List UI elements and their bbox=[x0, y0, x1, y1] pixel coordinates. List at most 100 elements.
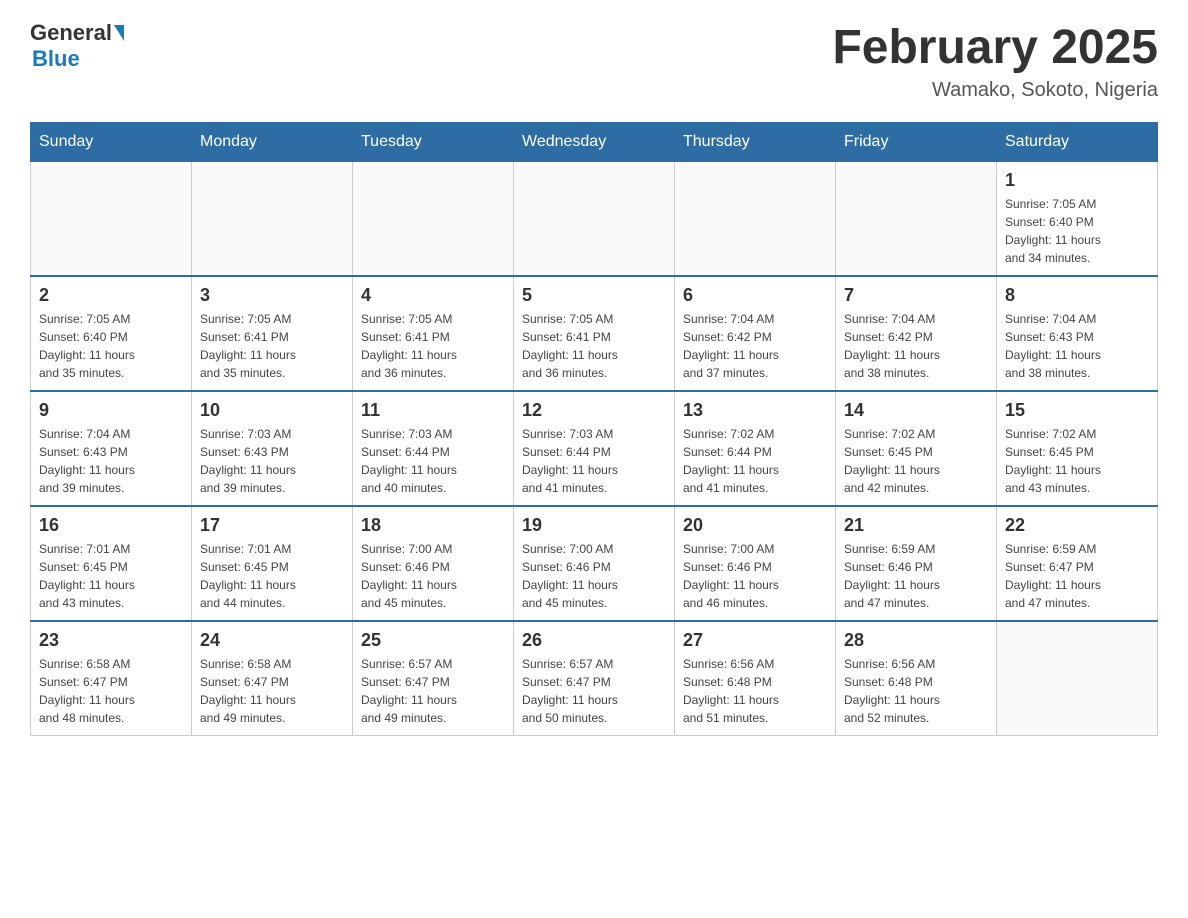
calendar-cell bbox=[675, 162, 836, 277]
day-header-tuesday: Tuesday bbox=[353, 123, 514, 162]
day-header-monday: Monday bbox=[192, 123, 353, 162]
day-number: 20 bbox=[683, 515, 827, 536]
calendar-cell: 14Sunrise: 7:02 AM Sunset: 6:45 PM Dayli… bbox=[836, 391, 997, 506]
day-info: Sunrise: 7:01 AM Sunset: 6:45 PM Dayligh… bbox=[200, 540, 344, 612]
calendar-cell bbox=[836, 162, 997, 277]
week-row-4: 16 Sunrise: 7:01 AM Sunset: 6:45 PM Dayli… bbox=[31, 506, 1158, 621]
calendar-cell: 13Sunrise: 7:02 AM Sunset: 6:44 PM Dayli… bbox=[675, 391, 836, 506]
calendar-cell: 27 Sunrise: 6:56 AM Sunset: 6:48 PM Dayli… bbox=[675, 621, 836, 736]
day-info: Sunrise: 7:04 AM Sunset: 6:42 PM Dayligh… bbox=[683, 310, 827, 382]
calendar-cell: 3Sunrise: 7:05 AM Sunset: 6:41 PM Daylig… bbox=[192, 276, 353, 391]
day-number: 28 bbox=[844, 630, 988, 651]
calendar-cell: 2Sunrise: 7:05 AM Sunset: 6:40 PM Daylig… bbox=[31, 276, 192, 391]
calendar-cell: 17 Sunrise: 7:01 AM Sunset: 6:45 PM Dayli… bbox=[192, 506, 353, 621]
day-number: 18 bbox=[361, 515, 505, 536]
day-info: Sunrise: 6:56 AM Sunset: 6:48 PM Dayligh… bbox=[844, 655, 988, 727]
calendar-cell: 1 Sunrise: 7:05 AM Sunset: 6:40 PM Daylig… bbox=[997, 162, 1158, 277]
day-number: 17 bbox=[200, 515, 344, 536]
day-number: 9 bbox=[39, 400, 183, 421]
calendar-cell: 25Sunrise: 6:57 AM Sunset: 6:47 PM Dayli… bbox=[353, 621, 514, 736]
location-text: Wamako, Sokoto, Nigeria bbox=[832, 79, 1158, 102]
calendar-cell: 4Sunrise: 7:05 AM Sunset: 6:41 PM Daylig… bbox=[353, 276, 514, 391]
day-number: 12 bbox=[522, 400, 666, 421]
day-number: 25 bbox=[361, 630, 505, 651]
day-header-saturday: Saturday bbox=[997, 123, 1158, 162]
calendar-cell bbox=[353, 162, 514, 277]
calendar-cell bbox=[192, 162, 353, 277]
week-row-3: 9 Sunrise: 7:04 AM Sunset: 6:43 PM Daylig… bbox=[31, 391, 1158, 506]
title-block: February 2025 Wamako, Sokoto, Nigeria bbox=[832, 20, 1158, 102]
day-info: Sunrise: 6:58 AM Sunset: 6:47 PM Dayligh… bbox=[200, 655, 344, 727]
day-header-thursday: Thursday bbox=[675, 123, 836, 162]
day-number: 22 bbox=[1005, 515, 1149, 536]
calendar-cell: 6 Sunrise: 7:04 AM Sunset: 6:42 PM Daylig… bbox=[675, 276, 836, 391]
calendar-cell: 5 Sunrise: 7:05 AM Sunset: 6:41 PM Daylig… bbox=[514, 276, 675, 391]
day-info: Sunrise: 6:58 AM Sunset: 6:47 PM Dayligh… bbox=[39, 655, 183, 727]
day-number: 26 bbox=[522, 630, 666, 651]
calendar-cell: 15 Sunrise: 7:02 AM Sunset: 6:45 PM Dayli… bbox=[997, 391, 1158, 506]
day-info: Sunrise: 7:00 AM Sunset: 6:46 PM Dayligh… bbox=[683, 540, 827, 612]
calendar-cell bbox=[31, 162, 192, 277]
calendar-table: SundayMondayTuesdayWednesdayThursdayFrid… bbox=[30, 122, 1158, 736]
logo: General Blue bbox=[30, 20, 124, 72]
calendar-cell: 22Sunrise: 6:59 AM Sunset: 6:47 PM Dayli… bbox=[997, 506, 1158, 621]
day-number: 2 bbox=[39, 285, 183, 306]
calendar-cell: 18 Sunrise: 7:00 AM Sunset: 6:46 PM Dayli… bbox=[353, 506, 514, 621]
day-info: Sunrise: 7:04 AM Sunset: 6:43 PM Dayligh… bbox=[39, 425, 183, 497]
logo-triangle-icon bbox=[114, 25, 124, 41]
day-number: 7 bbox=[844, 285, 988, 306]
day-header-sunday: Sunday bbox=[31, 123, 192, 162]
day-number: 16 bbox=[39, 515, 183, 536]
day-number: 13 bbox=[683, 400, 827, 421]
day-info: Sunrise: 7:04 AM Sunset: 6:43 PM Dayligh… bbox=[1005, 310, 1149, 382]
calendar-cell: 7 Sunrise: 7:04 AM Sunset: 6:42 PM Daylig… bbox=[836, 276, 997, 391]
day-info: Sunrise: 7:03 AM Sunset: 6:44 PM Dayligh… bbox=[522, 425, 666, 497]
page-header: General Blue February 2025 Wamako, Sokot… bbox=[30, 20, 1158, 102]
day-info: Sunrise: 6:56 AM Sunset: 6:48 PM Dayligh… bbox=[683, 655, 827, 727]
day-number: 19 bbox=[522, 515, 666, 536]
day-info: Sunrise: 7:05 AM Sunset: 6:41 PM Dayligh… bbox=[361, 310, 505, 382]
day-info: Sunrise: 7:01 AM Sunset: 6:45 PM Dayligh… bbox=[39, 540, 183, 612]
logo-blue-text: Blue bbox=[32, 46, 124, 72]
calendar-cell: 24 Sunrise: 6:58 AM Sunset: 6:47 PM Dayli… bbox=[192, 621, 353, 736]
calendar-cell: 21Sunrise: 6:59 AM Sunset: 6:46 PM Dayli… bbox=[836, 506, 997, 621]
calendar-cell: 26 Sunrise: 6:57 AM Sunset: 6:47 PM Dayli… bbox=[514, 621, 675, 736]
day-number: 11 bbox=[361, 400, 505, 421]
calendar-cell: 12 Sunrise: 7:03 AM Sunset: 6:44 PM Dayli… bbox=[514, 391, 675, 506]
day-number: 8 bbox=[1005, 285, 1149, 306]
calendar-cell: 19 Sunrise: 7:00 AM Sunset: 6:46 PM Dayli… bbox=[514, 506, 675, 621]
day-number: 1 bbox=[1005, 170, 1149, 191]
calendar-cell: 9 Sunrise: 7:04 AM Sunset: 6:43 PM Daylig… bbox=[31, 391, 192, 506]
day-header-friday: Friday bbox=[836, 123, 997, 162]
day-number: 27 bbox=[683, 630, 827, 651]
week-row-1: 1 Sunrise: 7:05 AM Sunset: 6:40 PM Daylig… bbox=[31, 162, 1158, 277]
calendar-cell: 16 Sunrise: 7:01 AM Sunset: 6:45 PM Dayli… bbox=[31, 506, 192, 621]
calendar-cell: 8 Sunrise: 7:04 AM Sunset: 6:43 PM Daylig… bbox=[997, 276, 1158, 391]
calendar-cell: 10Sunrise: 7:03 AM Sunset: 6:43 PM Dayli… bbox=[192, 391, 353, 506]
day-number: 23 bbox=[39, 630, 183, 651]
day-number: 5 bbox=[522, 285, 666, 306]
day-info: Sunrise: 7:05 AM Sunset: 6:41 PM Dayligh… bbox=[200, 310, 344, 382]
day-number: 15 bbox=[1005, 400, 1149, 421]
calendar-cell bbox=[997, 621, 1158, 736]
logo-general-text: General bbox=[30, 20, 112, 46]
day-info: Sunrise: 7:03 AM Sunset: 6:43 PM Dayligh… bbox=[200, 425, 344, 497]
week-row-2: 2Sunrise: 7:05 AM Sunset: 6:40 PM Daylig… bbox=[31, 276, 1158, 391]
day-number: 6 bbox=[683, 285, 827, 306]
calendar-header-row: SundayMondayTuesdayWednesdayThursdayFrid… bbox=[31, 123, 1158, 162]
calendar-cell: 28 Sunrise: 6:56 AM Sunset: 6:48 PM Dayli… bbox=[836, 621, 997, 736]
day-info: Sunrise: 7:03 AM Sunset: 6:44 PM Dayligh… bbox=[361, 425, 505, 497]
day-number: 24 bbox=[200, 630, 344, 651]
day-info: Sunrise: 7:05 AM Sunset: 6:41 PM Dayligh… bbox=[522, 310, 666, 382]
calendar-cell: 11 Sunrise: 7:03 AM Sunset: 6:44 PM Dayli… bbox=[353, 391, 514, 506]
day-info: Sunrise: 7:00 AM Sunset: 6:46 PM Dayligh… bbox=[361, 540, 505, 612]
calendar-cell: 20 Sunrise: 7:00 AM Sunset: 6:46 PM Dayli… bbox=[675, 506, 836, 621]
week-row-5: 23 Sunrise: 6:58 AM Sunset: 6:47 PM Dayli… bbox=[31, 621, 1158, 736]
day-info: Sunrise: 7:04 AM Sunset: 6:42 PM Dayligh… bbox=[844, 310, 988, 382]
calendar-cell: 23 Sunrise: 6:58 AM Sunset: 6:47 PM Dayli… bbox=[31, 621, 192, 736]
day-info: Sunrise: 6:57 AM Sunset: 6:47 PM Dayligh… bbox=[522, 655, 666, 727]
day-info: Sunrise: 7:05 AM Sunset: 6:40 PM Dayligh… bbox=[1005, 195, 1149, 267]
day-info: Sunrise: 7:02 AM Sunset: 6:45 PM Dayligh… bbox=[1005, 425, 1149, 497]
day-header-wednesday: Wednesday bbox=[514, 123, 675, 162]
day-info: Sunrise: 7:00 AM Sunset: 6:46 PM Dayligh… bbox=[522, 540, 666, 612]
